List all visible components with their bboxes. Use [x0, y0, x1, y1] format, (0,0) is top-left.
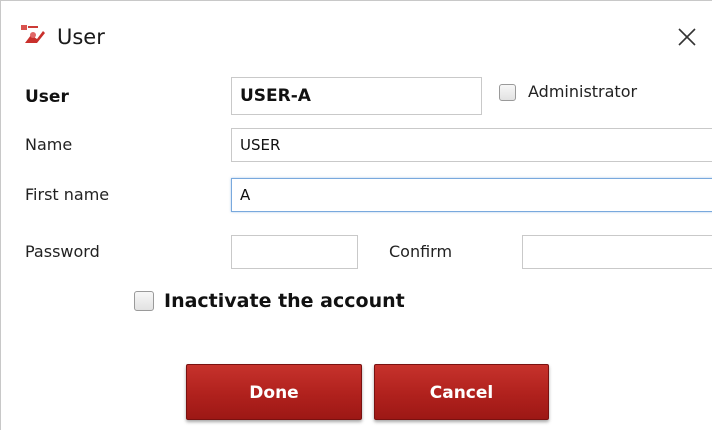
- name-label: Name: [25, 135, 73, 154]
- user-id-field[interactable]: USER-A: [231, 77, 482, 115]
- user-dialog: User User USER-A Administrator Name USER…: [0, 0, 712, 430]
- cancel-button[interactable]: Cancel: [374, 364, 549, 420]
- inactivate-label: Inactivate the account: [164, 290, 405, 312]
- password-field[interactable]: [231, 235, 358, 269]
- password-label: Password: [25, 242, 100, 261]
- close-icon[interactable]: [669, 19, 705, 55]
- first-name-label: First name: [25, 185, 110, 204]
- inactivate-checkbox[interactable]: [134, 291, 154, 311]
- name-field[interactable]: USER: [231, 128, 712, 162]
- administrator-checkbox[interactable]: [499, 84, 516, 101]
- first-name-field[interactable]: A: [231, 178, 712, 212]
- done-button[interactable]: Done: [186, 364, 362, 420]
- confirm-label: Confirm: [389, 242, 453, 261]
- administrator-label: Administrator: [528, 82, 638, 101]
- user-label: User: [25, 87, 69, 107]
- confirm-password-field[interactable]: [522, 235, 712, 269]
- title-bar: User: [1, 1, 712, 71]
- dialog-title: User: [57, 25, 105, 49]
- user-edit-icon: [19, 23, 47, 47]
